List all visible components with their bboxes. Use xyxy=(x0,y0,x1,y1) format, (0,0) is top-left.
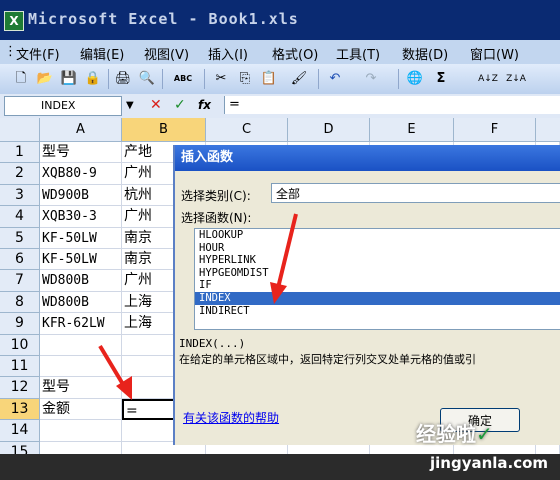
watermark-url: jingyanla.com xyxy=(430,454,549,472)
check-icon: ✓ xyxy=(476,422,493,446)
red-arrow-icon xyxy=(98,344,132,400)
watermark-logo: 经验啦✓ xyxy=(416,418,493,447)
watermark-text: 经验啦 xyxy=(416,422,476,446)
annotation-arrows xyxy=(98,213,298,400)
red-arrow-icon xyxy=(270,213,298,304)
